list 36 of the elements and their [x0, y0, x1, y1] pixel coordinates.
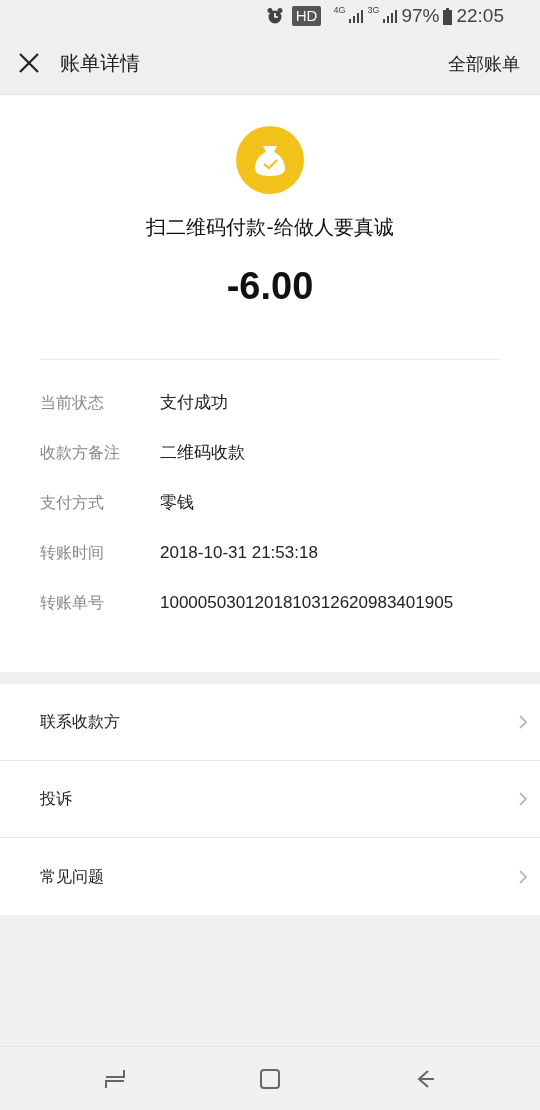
action-label: 常见问题 [40, 865, 104, 888]
detail-label: 转账单号 [40, 592, 105, 614]
detail-value: 支付成功 [160, 392, 228, 415]
detail-value: 二维码收款 [160, 442, 245, 465]
home-icon [259, 1067, 281, 1090]
money-bag-icon [236, 126, 304, 194]
detail-label: 收款方备注 [40, 442, 121, 464]
detail-value: 2018-10-31 21:53:18 [160, 542, 318, 565]
clock: 22:05 [456, 3, 504, 28]
action-label: 联系收款方 [40, 711, 120, 733]
signal-icon [349, 9, 364, 23]
detail-value: 1000050301201810312620983401905 [160, 592, 454, 615]
close-icon [18, 52, 40, 74]
action-row[interactable]: 联系收款方 [0, 684, 540, 761]
battery-icon [443, 7, 453, 25]
detail-label: 当前状态 [40, 392, 105, 414]
network-label: 4G [333, 6, 346, 15]
chevron-icon [518, 714, 528, 730]
chevron-icon [518, 791, 528, 807]
action-label: 投诉 [40, 788, 72, 810]
detail-label: 转账时间 [40, 542, 105, 564]
detail-label: 支付方式 [40, 492, 105, 514]
chevron-icon [518, 868, 528, 885]
signal-icon [383, 9, 398, 23]
hd-badge: HD [291, 6, 322, 26]
action-row[interactable]: 常见问题 [0, 838, 540, 915]
merchant-name: 扫二维码付款-给做人要真诚 [146, 214, 394, 241]
network-label: 3G [367, 6, 380, 15]
battery-level: 97% [401, 3, 440, 28]
all-bills-link[interactable]: 全部账单 [448, 49, 520, 77]
page-title: 账单详情 [60, 50, 140, 77]
recents-icon [104, 1067, 126, 1090]
payment-amount: -6.00 [226, 264, 314, 309]
alarm-icon [265, 7, 284, 25]
action-row[interactable]: 投诉 [0, 761, 540, 838]
detail-value: 零钱 [160, 492, 194, 515]
